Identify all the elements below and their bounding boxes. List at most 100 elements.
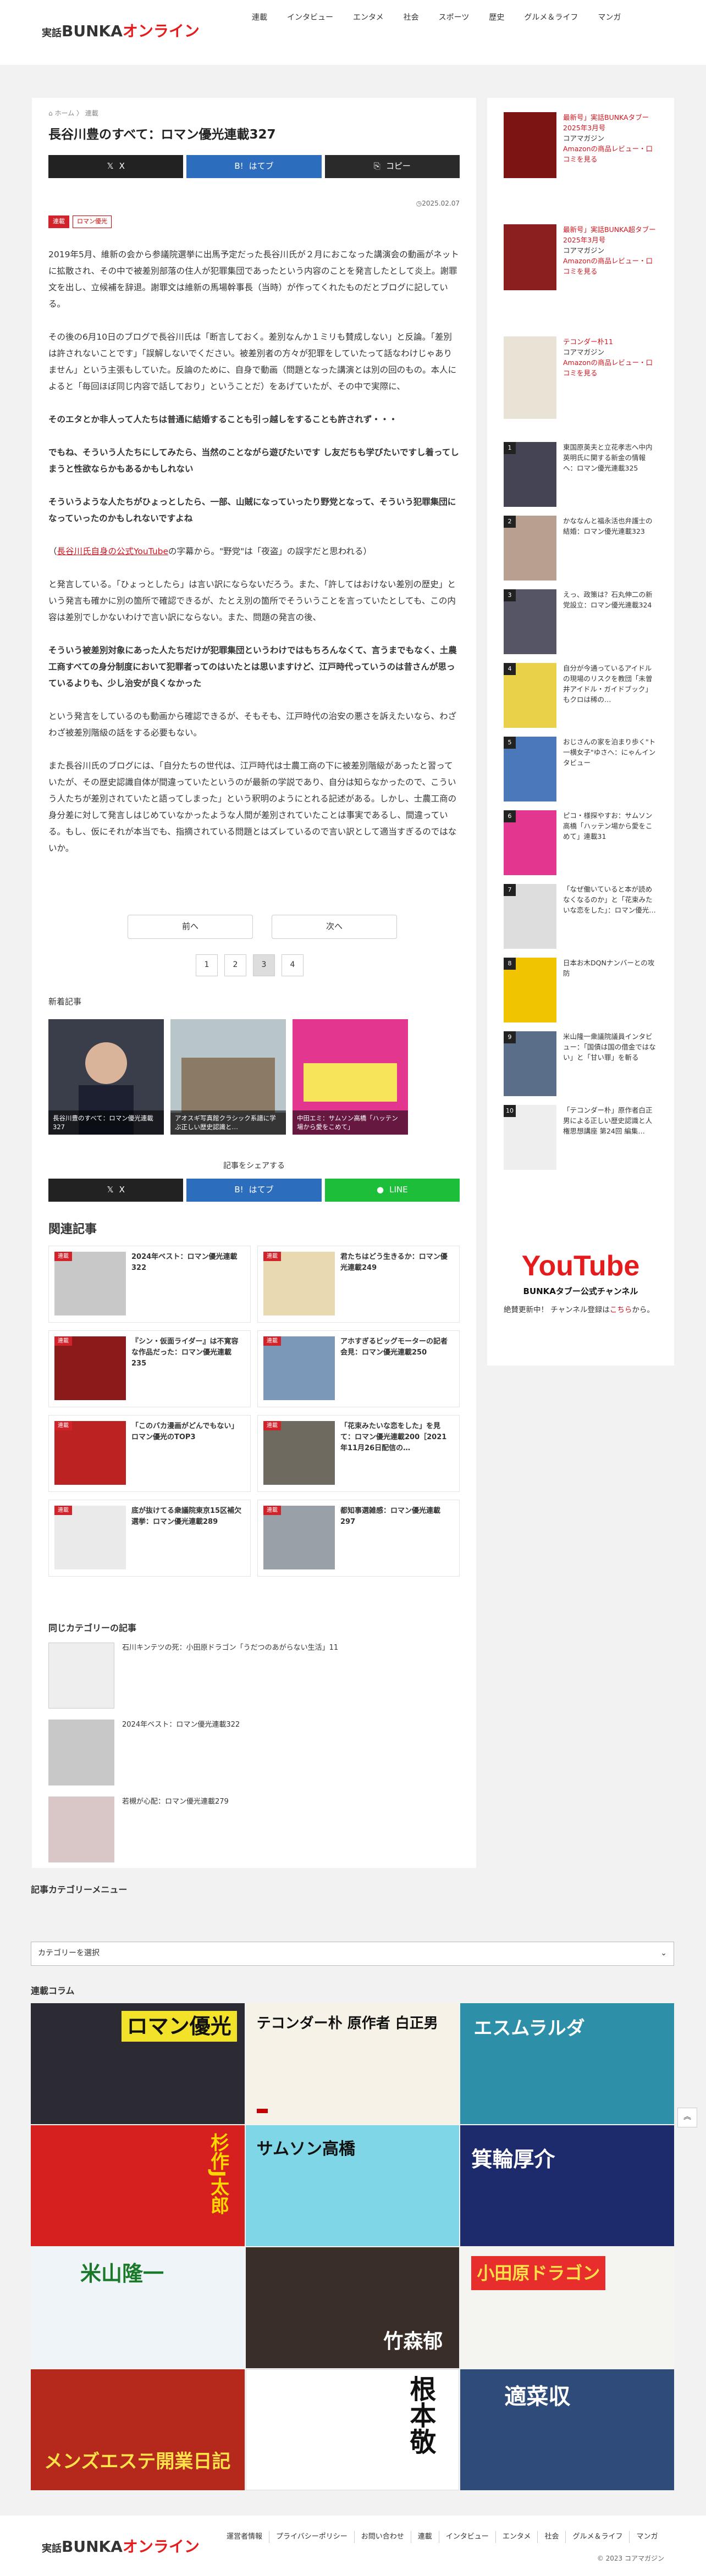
ranking-item[interactable]: 5 おじさんの家を泊まり歩く"ト一横女子"ゆさへ：にゃんインタビュー — [504, 737, 658, 801]
footer-link[interactable]: マンガ — [629, 2531, 664, 2544]
nav-item[interactable]: 連載 — [242, 5, 277, 30]
youtube-banner[interactable]: YouTube BUNKAタブー公式チャンネル — [504, 1243, 658, 1304]
ranking-item[interactable]: 10 「テコンダー朴」原作者白正男による正しい歴史認識と人権思想講座 第24回 編… — [504, 1105, 658, 1170]
footer-link[interactable]: プライバシーポリシー — [269, 2531, 354, 2544]
column-tile[interactable]: 箕輪厚介 — [460, 2125, 674, 2246]
column-tile-label: 竹森郁 — [383, 2330, 443, 2353]
ranking-item[interactable]: 4 自分が今通っているアイドルの現場のリスクを教団「未曽井アイドル・ガイドブック」… — [504, 663, 658, 728]
column-tile[interactable]: 根本敬 — [245, 2369, 460, 2490]
share-line-button[interactable]: ● LINE — [324, 1179, 460, 1202]
share-x-button[interactable]: 𝕏X — [48, 155, 184, 178]
related-card[interactable]: 連載 「このバカ漫画がどんでもない」ロマン優光のTOP3 — [48, 1415, 251, 1492]
book-title[interactable]: テコンダー朴11 — [563, 338, 613, 346]
footer-link[interactable]: インタビュー — [438, 2531, 495, 2544]
footer-logo[interactable]: 実話BUNKAオンライン — [42, 2538, 200, 2558]
badge: 連載 — [54, 1506, 72, 1515]
footer-link[interactable]: 運営者情報 — [220, 2531, 269, 2543]
tag-roman[interactable]: ロマン優光 — [73, 215, 112, 228]
footer-link[interactable]: 連載 — [410, 2531, 439, 2544]
footer-link[interactable]: エンタメ — [495, 2531, 538, 2544]
related-title: 「このバカ漫画がどんでもない」ロマン優光のTOP3 — [131, 1422, 239, 1441]
related-card[interactable]: 連載 2024年ベスト：ロマン優光連載322 — [48, 1246, 251, 1323]
footer-link[interactable]: 社会 — [537, 2531, 565, 2544]
related-card[interactable]: 連載 都知事選雑感：ロマン優光連載297 — [257, 1500, 460, 1577]
column-tile[interactable]: 竹森郁 — [245, 2247, 460, 2368]
footer-link[interactable]: グルメ＆ライフ — [565, 2531, 629, 2544]
ranking-item[interactable]: 2 かななんと福永活也弁護士の結婚：ロマン優光連載323 — [504, 516, 658, 581]
next-button[interactable]: 次へ — [272, 915, 397, 939]
nav-item[interactable]: スポーツ — [429, 5, 479, 30]
ranking-item[interactable]: 3 えっ、政策は？石丸伸二の新党設立：ロマン優光連載324 — [504, 589, 658, 654]
column-tile[interactable]: 米山隆一 — [31, 2247, 245, 2368]
footer-link[interactable]: お問い合わせ — [354, 2531, 411, 2544]
related-card[interactable]: 連載 君たちはどう生きるか：ロマン優光連載249 — [257, 1246, 460, 1323]
nav-item[interactable]: グルメ＆ライフ — [514, 5, 588, 30]
new-article-card[interactable]: アオスギ写真館クラシック系譜に学ぶ正しい歴史認識と… — [170, 1019, 286, 1135]
column-tile[interactable]: サムソン高橋 — [245, 2125, 460, 2246]
ranking-item[interactable]: 1 東国原英夫と立花孝志へ中内英明氏に関する新金の情報へ：ロマン優光連載325 — [504, 442, 658, 507]
same-cat-item[interactable]: 若槻が心配：ロマン優光連載279 — [48, 1796, 460, 1862]
share-hatena-button[interactable]: B! はてブ — [186, 155, 322, 178]
nav-item[interactable]: インタビュー — [277, 5, 343, 30]
copy-button[interactable]: ⎘ コピー — [324, 155, 460, 178]
column-tile-label: 箕輪厚介 — [471, 2147, 555, 2171]
page-4[interactable]: 4 — [282, 954, 304, 976]
ranking-item[interactable]: 6 ピコ・様探やすお：サムソン高橋「ハッテン場から愛をこめて」連載31 — [504, 810, 658, 875]
related-card[interactable]: 連載 底が抜けてる衆議院東京15区補欠選挙：ロマン優光連載289 — [48, 1500, 251, 1577]
ranking-item[interactable]: 9 米山隆一衆議院議員インタビュー：「国債は国の借金ではない」と「甘い罪」を斬る — [504, 1031, 658, 1096]
related-card[interactable]: 連載 『シン・仮面ライダー』は不寛容な作品だった：ロマン優光連載235 — [48, 1330, 251, 1407]
youtube-banner-title: YouTube — [522, 1250, 640, 1282]
ranking-item[interactable]: 7 「なぜ働いていると本が読めなくなるのか」と「花束みたいな恋をした」：ロマン優光… — [504, 884, 658, 949]
same-cat-item[interactable]: 石川キンテツの死：小田原ドラゴン「うだつのあがらない生活」11 — [48, 1643, 460, 1709]
category-tag[interactable]: 連載 — [48, 215, 69, 228]
nav-item[interactable]: 社会 — [394, 5, 429, 30]
page-2[interactable]: 2 — [224, 954, 246, 976]
nav-item[interactable]: エンタメ — [343, 5, 394, 30]
book-review-link[interactable]: Amazonの商品レビュー・口コミを見る — [563, 257, 653, 275]
breadcrumb-sep: 〉 — [76, 109, 83, 117]
column-tile[interactable]: ロマン優光 — [31, 2003, 245, 2124]
column-tile[interactable]: 小田原ドラゴン — [460, 2247, 674, 2368]
site-logo[interactable]: 実話BUNKAオンライン — [42, 22, 200, 43]
related-title: 底が抜けてる衆議院東京15区補欠選挙：ロマン優光連載289 — [131, 1507, 242, 1526]
book-review-link[interactable]: Amazonの商品レビュー・口コミを見る — [563, 358, 653, 377]
scroll-to-top-button[interactable]: ︽ — [677, 2108, 697, 2127]
nav-item[interactable]: マンガ — [588, 5, 631, 30]
column-tile[interactable]: テコンダー朴 原作者 白正男 — [245, 2003, 460, 2124]
prev-button[interactable]: 前へ — [128, 915, 253, 939]
badge: 連載 — [263, 1506, 281, 1515]
new-article-card[interactable]: 中田エミ：サムソン高橋「ハッテン場から愛をこめて」 — [293, 1019, 408, 1135]
book-item[interactable]: 最新号」実話BUNKA超タブー2025年3月号 コアマガジン Amazonの商品レビ… — [504, 224, 658, 290]
column-tile-label: 適菜収 — [504, 2384, 571, 2409]
ranking-thumbnail: 9 — [504, 1031, 556, 1096]
rank-badge: 8 — [504, 958, 516, 970]
book-review-link[interactable]: Amazonの商品レビュー・口コミを見る — [563, 145, 653, 163]
youtube-subscribe-link[interactable]: こちら — [610, 1306, 632, 1314]
page-1[interactable]: 1 — [196, 954, 218, 976]
book-item[interactable]: テコンダー朴11 コアマガジン Amazonの商品レビュー・口コミを見る — [504, 336, 658, 419]
new-article-title: アオスギ写真館クラシック系譜に学ぶ正しい歴史認識と… — [170, 1110, 286, 1135]
youtube-link[interactable]: 長谷川氏自身の公式YouTube — [57, 546, 169, 556]
breadcrumb-category[interactable]: 連載 — [85, 109, 98, 117]
category-select[interactable]: カテゴリーを選択 ⌄ — [31, 1942, 674, 1966]
column-tile[interactable]: エスムラルダ — [460, 2003, 674, 2124]
clock-icon: ◷ — [416, 200, 422, 207]
nav-item[interactable]: 歴史 — [479, 5, 514, 30]
same-cat-item[interactable]: 2024年ベスト：ロマン優光連載322 — [48, 1720, 460, 1785]
share-hatena-button[interactable]: B! はてブ — [186, 1179, 322, 1202]
related-card[interactable]: 連載 アホすぎるビッグモーターの記者会見：ロマン優光連載250 — [257, 1330, 460, 1407]
youtube-text-end: から。 — [632, 1306, 654, 1314]
related-card[interactable]: 連載 「花束みたいな恋をした」を見て：ロマン優光連載200［2021年11月26日… — [257, 1415, 460, 1492]
column-tile[interactable]: 杉作J太郎 — [31, 2125, 245, 2246]
youtube-text: 絶賛更新中！ チャンネル登録はこちらから。 — [504, 1304, 663, 1316]
share-x-button[interactable]: 𝕏X — [48, 1179, 184, 1202]
column-tile[interactable]: 適菜収 — [460, 2369, 674, 2490]
page-3-current[interactable]: 3 — [253, 954, 275, 976]
ranking-item[interactable]: 8 日本お木DQNナンバーとの攻防 — [504, 958, 658, 1022]
book-title[interactable]: 最新号」実話BUNKA超タブー2025年3月号 — [563, 225, 656, 244]
new-article-card[interactable]: 長谷川豊のすべて：ロマン優光連載327 — [48, 1019, 164, 1135]
book-title[interactable]: 最新号」実話BUNKAタブー2025年3月号 — [563, 113, 649, 132]
column-tile[interactable]: メンズエステ開業日記 — [31, 2369, 245, 2490]
breadcrumb-home[interactable]: ホーム — [54, 109, 74, 117]
book-item[interactable]: 最新号」実話BUNKAタブー2025年3月号 コアマガジン Amazonの商品レビュ… — [504, 112, 658, 178]
